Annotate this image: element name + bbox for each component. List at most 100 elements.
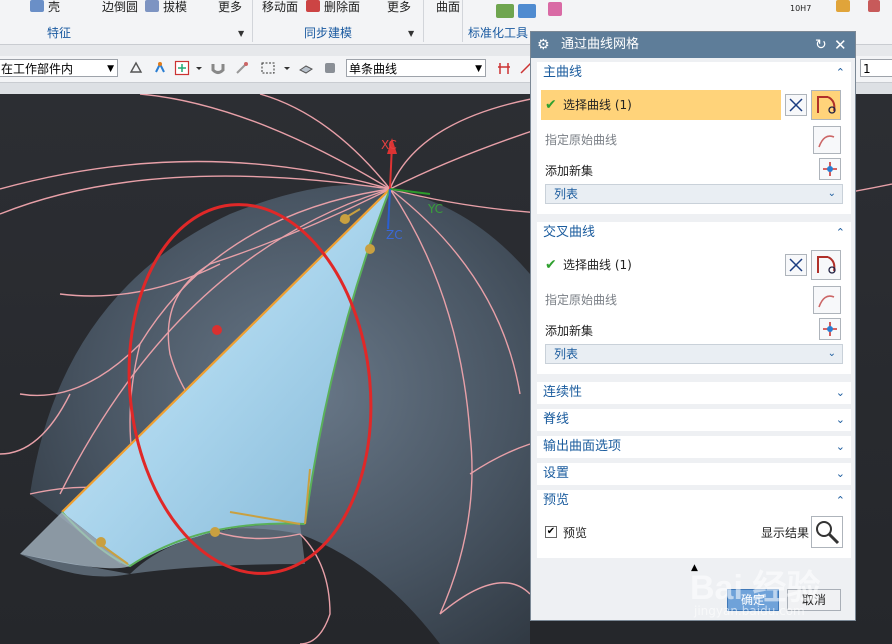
- edge-blend-command[interactable]: 边倒圆: [102, 0, 138, 16]
- surface-command[interactable]: 曲面: [436, 0, 460, 16]
- list-label: 列表: [554, 347, 579, 361]
- more-features-button[interactable]: 更多: [218, 0, 242, 16]
- group-label-standard-tools: 标准化工具: [467, 26, 528, 40]
- draft-command[interactable]: 拔模: [145, 0, 187, 16]
- preview-header[interactable]: 预览 ⌃: [537, 490, 851, 512]
- rectangle-select-icon[interactable]: [260, 60, 276, 76]
- delete-face-command[interactable]: 删除面: [306, 0, 360, 16]
- rotate-view-icon[interactable]: [322, 60, 338, 76]
- solid-body-icon[interactable]: [298, 60, 314, 76]
- reverse-direction-button[interactable]: [785, 94, 807, 116]
- chevron-down-icon: ⌄: [827, 348, 836, 359]
- type-filter-select[interactable]: 在工作部件内 ▼: [0, 59, 118, 77]
- through-curve-mesh-dialog: ⚙ 通过曲线网格 ↻ ✕ 主曲线 ⌃ ✔ 选择曲线 (1) 指定原始曲线 添加新集…: [530, 31, 856, 621]
- chevron-down-icon: ⌄: [835, 386, 845, 399]
- close-icon[interactable]: ✕: [834, 32, 847, 58]
- cross-list-toggle[interactable]: 列表 ⌄: [545, 344, 843, 364]
- shell-icon: [30, 0, 44, 12]
- spine-section[interactable]: 脊线 ⌄: [537, 409, 851, 431]
- group-divider: [462, 0, 463, 42]
- primary-origin-label: 指定原始曲线: [545, 133, 618, 147]
- settings-section[interactable]: 设置 ⌄: [537, 463, 851, 485]
- chevron-down-icon[interactable]: ▼: [238, 29, 244, 38]
- intersection-icon[interactable]: [496, 60, 512, 76]
- count-field[interactable]: 1: [860, 59, 892, 77]
- primary-add-label: 添加新集: [545, 164, 594, 178]
- check-icon: ✔: [545, 97, 557, 113]
- watermark-brand: Bai 经验: [690, 569, 821, 607]
- dialog-title-bar[interactable]: ⚙ 通过曲线网格 ↻ ✕: [531, 32, 855, 58]
- gear-icon[interactable]: ⚙: [537, 32, 550, 58]
- chevron-down-icon[interactable]: ▼: [408, 29, 414, 38]
- add-set-button[interactable]: [819, 318, 841, 340]
- section-title: 预览: [543, 493, 570, 508]
- reset-icon[interactable]: ↻: [815, 32, 827, 58]
- move-face-command[interactable]: 移动面: [262, 0, 298, 16]
- show-result-button[interactable]: [811, 516, 843, 548]
- chevron-down-icon: ⌄: [827, 188, 836, 199]
- xc-axis-label: XC: [381, 138, 397, 152]
- delete-face-label: 删除面: [324, 0, 361, 14]
- curve-rule-select[interactable]: 单条曲线 ▼: [346, 59, 486, 77]
- fit-label: 10H7: [790, 4, 812, 13]
- chevron-down-icon[interactable]: [194, 60, 204, 76]
- curve-select-button[interactable]: [811, 90, 841, 120]
- draft-icon: [145, 0, 159, 12]
- group-label-feature: 特征: [46, 26, 71, 40]
- chevron-down-icon: ⌄: [835, 413, 845, 426]
- group-label-sync-modeling: 同步建模: [303, 26, 352, 40]
- origin-curve-button[interactable]: [813, 286, 841, 314]
- move-face-label: 移动面: [262, 0, 299, 14]
- baidu-watermark: Bai 经验 jingyan.baidu.com: [690, 560, 870, 630]
- output-surface-options-section[interactable]: 输出曲面选项 ⌄: [537, 436, 851, 458]
- edge-blend-label: 边倒圆: [102, 0, 139, 14]
- cross-curves-header[interactable]: 交叉曲线 ⌃: [537, 222, 851, 244]
- section-title: 连续性: [543, 385, 583, 400]
- dialog-title: 通过曲线网格: [561, 37, 640, 52]
- section-title: 主曲线: [543, 65, 583, 80]
- chevron-down-icon: ⌄: [835, 440, 845, 453]
- cross-origin-label: 指定原始曲线: [545, 293, 618, 307]
- shell-label: 壳: [48, 0, 61, 14]
- point-on-curve-icon[interactable]: [174, 60, 190, 76]
- chevron-up-icon[interactable]: ⌃: [836, 490, 845, 512]
- standard-part-icon[interactable]: [518, 4, 536, 18]
- chevron-down-icon: ⌄: [835, 467, 845, 480]
- zc-axis-label: ZC: [386, 228, 403, 242]
- grid-icon[interactable]: [548, 2, 562, 16]
- curve-select-button[interactable]: [811, 250, 841, 280]
- section-title: 交叉曲线: [543, 225, 596, 240]
- select-icon[interactable]: [128, 60, 144, 76]
- snap-point-icon[interactable]: [152, 60, 168, 76]
- origin-curve-button[interactable]: [813, 126, 841, 154]
- cross-add-label: 添加新集: [545, 324, 594, 338]
- preview-body: ✔ 预览 显示结果: [537, 512, 851, 558]
- count-value: 1: [863, 62, 871, 76]
- cross-select-label: 选择曲线 (1): [563, 258, 632, 272]
- delete-face-icon: [306, 0, 320, 12]
- more-sync-button[interactable]: 更多: [387, 0, 411, 16]
- preview-checkbox[interactable]: ✔: [545, 526, 557, 538]
- magnet-icon[interactable]: [210, 60, 226, 76]
- primary-list-toggle[interactable]: 列表 ⌄: [545, 184, 843, 204]
- brush-select-icon[interactable]: [234, 60, 250, 76]
- primary-curves-header[interactable]: 主曲线 ⌃: [537, 62, 851, 84]
- curve-rule-value: 单条曲线: [349, 62, 398, 76]
- yc-axis-label: YC: [428, 202, 444, 216]
- chevron-up-icon[interactable]: ⌃: [836, 62, 845, 84]
- tool-icon[interactable]: [868, 0, 880, 12]
- section-title: 脊线: [543, 412, 570, 427]
- continuity-section[interactable]: 连续性 ⌄: [537, 382, 851, 404]
- tool-icon[interactable]: [836, 0, 850, 12]
- chevron-down-icon[interactable]: [282, 60, 292, 76]
- add-set-button[interactable]: [819, 158, 841, 180]
- group-divider: [252, 0, 253, 42]
- more-label: 更多: [218, 0, 243, 14]
- surface-label: 曲面: [436, 0, 461, 14]
- list-label: 列表: [554, 187, 579, 201]
- reverse-direction-button[interactable]: [785, 254, 807, 276]
- watermark-url: jingyan.baidu.com: [694, 604, 805, 618]
- chevron-up-icon[interactable]: ⌃: [836, 222, 845, 244]
- standard-part-icon[interactable]: [496, 4, 514, 18]
- shell-command[interactable]: 壳: [30, 0, 60, 16]
